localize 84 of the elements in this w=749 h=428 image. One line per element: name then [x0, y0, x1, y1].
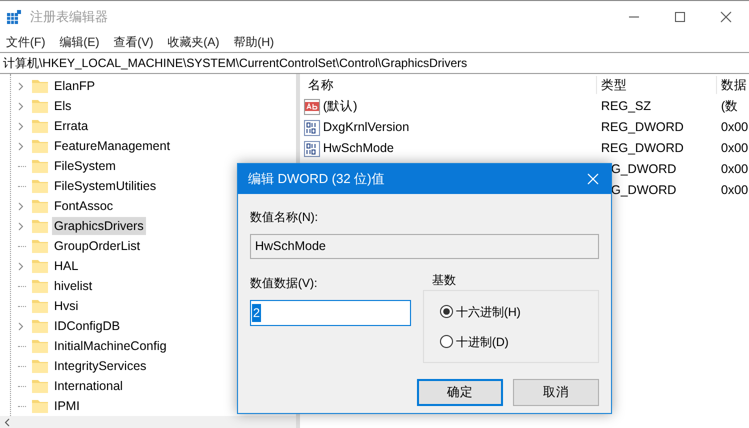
column-header[interactable]: 名称 [300, 76, 597, 94]
folder-icon [32, 299, 48, 313]
chevron-right-icon[interactable] [18, 142, 24, 150]
field-label: 数值名称(N): [250, 209, 319, 226]
tree-item[interactable]: InitialMachineConfig [52, 336, 169, 356]
tree-item[interactable]: Hvsi [52, 296, 80, 316]
chevron-right-icon[interactable] [18, 82, 24, 90]
folder-icon [32, 199, 48, 213]
value-data: (数 [720, 98, 738, 116]
tree-item[interactable]: Errata [52, 116, 90, 136]
tree-item[interactable]: Els [52, 96, 74, 116]
tree-item[interactable]: hivelist [52, 276, 94, 296]
binary-value-icon [304, 120, 320, 136]
folder-icon [32, 339, 48, 353]
tree-item[interactable]: FileSystemUtilities [52, 176, 158, 196]
tree-item[interactable]: IntegrityServices [52, 356, 148, 376]
tree-item[interactable]: ElanFP [52, 76, 97, 96]
folder-icon [32, 399, 48, 413]
column-header[interactable]: 数据 [717, 76, 747, 94]
folder-icon [32, 99, 48, 113]
tree-item[interactable]: FileSystem [52, 156, 118, 176]
field-label: 数值数据(V): [250, 275, 318, 292]
chevron-right-icon[interactable] [18, 102, 24, 110]
chevron-right-icon[interactable] [18, 222, 24, 230]
value-type: G_DWORD [611, 182, 676, 200]
radio-label[interactable]: 十进制(D) [456, 332, 509, 350]
value-type: REG_SZ [601, 98, 652, 116]
radio-button[interactable] [440, 335, 453, 348]
folder-icon [32, 319, 48, 333]
folder-icon [32, 139, 48, 153]
folder-icon [32, 119, 48, 133]
folder-icon [32, 279, 48, 293]
radio-label[interactable]: 十六进制(H) [456, 302, 521, 320]
value-data: 0x00 [720, 182, 748, 200]
value-type: REG_DWORD [601, 119, 684, 136]
group-label: 基数 [432, 272, 457, 289]
tree-item[interactable]: International [52, 376, 125, 396]
folder-icon [32, 259, 48, 273]
address-bar[interactable]: 计算机\HKEY_LOCAL_MACHINE\SYSTEM\CurrentControlSet\Control\GraphicsDrivers [0, 52, 749, 74]
folder-icon [32, 159, 48, 173]
value-data: 0x00 [720, 161, 748, 178]
dialog-title: 编辑 DWORD (32 位)值 [248, 170, 384, 188]
tree-item[interactable]: GraphicsDrivers [52, 216, 146, 236]
value-type: REG_DWORD [601, 140, 684, 158]
scroll-left-icon[interactable] [4, 418, 10, 426]
folder-icon [32, 79, 48, 93]
dialog-button[interactable]: 确定 [417, 379, 503, 406]
folder-icon [32, 179, 48, 193]
horizontal-scrollbar[interactable] [0, 416, 296, 428]
tree-item[interactable]: FontAssoc [52, 196, 116, 216]
chevron-right-icon[interactable] [18, 122, 24, 130]
value-data: 0x00 [720, 140, 748, 158]
value-name[interactable]: DxgKrnlVersion [323, 118, 410, 137]
radio-button[interactable] [440, 305, 453, 318]
tree-item[interactable]: IPMI [52, 396, 82, 416]
tree-item[interactable]: HAL [52, 256, 80, 276]
registry-editor-icon [7, 10, 21, 24]
folder-icon [32, 359, 48, 373]
chevron-right-icon[interactable] [18, 262, 24, 270]
folder-icon [32, 219, 48, 233]
string-value-icon [304, 98, 320, 114]
selected-text: 2 [252, 304, 261, 322]
tree-item[interactable]: FeatureManagement [52, 136, 172, 156]
tree-item[interactable]: IDConfigDB [52, 316, 122, 336]
value-data: 0x00 [720, 119, 748, 136]
menu-item[interactable]: 收藏夹(A) [167, 33, 220, 51]
chevron-right-icon[interactable] [18, 322, 24, 330]
folder-icon [32, 379, 48, 393]
value-data-field[interactable]: 2 [250, 300, 411, 326]
value-name[interactable]: HwSchMode [323, 139, 394, 158]
binary-value-icon [304, 140, 320, 156]
folder-icon [32, 239, 48, 253]
tree-item[interactable]: GroupOrderList [52, 236, 142, 256]
menu-item[interactable]: 文件(F) [6, 33, 46, 51]
menu-item[interactable]: 查看(V) [113, 33, 154, 51]
window-title: 注册表编辑器 [30, 8, 108, 26]
menu-item[interactable]: 编辑(E) [59, 33, 100, 51]
value-name[interactable]: (默认) [323, 97, 358, 116]
menu-item[interactable]: 帮助(H) [233, 33, 274, 51]
chevron-right-icon[interactable] [18, 202, 24, 210]
column-header[interactable]: 类型 [597, 76, 717, 94]
value-type: G_DWORD [611, 161, 676, 178]
value-name-field[interactable]: HwSchMode [250, 234, 599, 259]
dialog-button[interactable]: 取消 [513, 379, 599, 406]
